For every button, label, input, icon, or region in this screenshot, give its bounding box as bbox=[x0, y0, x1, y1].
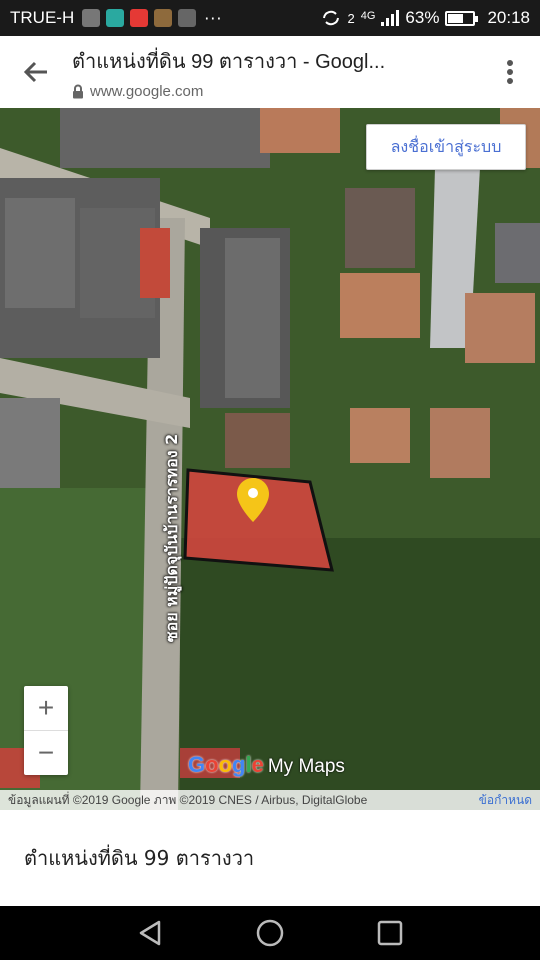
zoom-out-button[interactable]: − bbox=[24, 731, 68, 775]
back-button[interactable] bbox=[0, 36, 72, 108]
battery-icon bbox=[445, 10, 479, 26]
browser-header: ตำแหน่งที่ดิน 99 ตารางวา - Googl... www.… bbox=[0, 36, 540, 108]
network-type: 4G bbox=[360, 10, 376, 22]
notification-app-icon bbox=[82, 9, 101, 27]
nav-back-icon bbox=[139, 920, 161, 946]
url-text: www.google.com bbox=[90, 82, 204, 100]
sync-icon bbox=[322, 10, 339, 26]
nav-home-icon bbox=[256, 919, 284, 947]
attribution-text: ข้อมูลแผนที่ ©2019 Google ภาพ ©2019 CNES… bbox=[8, 792, 368, 807]
title-area[interactable]: ตำแหน่งที่ดิน 99 ตารางวา - Googl... www.… bbox=[72, 45, 480, 100]
map-attribution: ข้อมูลแผนที่ ©2019 Google ภาพ ©2019 CNES… bbox=[0, 790, 540, 810]
nav-home-button[interactable] bbox=[250, 913, 290, 953]
location-pin-icon[interactable] bbox=[235, 476, 271, 524]
place-title: ตำแหน่งที่ดิน 99 ตารางวา bbox=[24, 846, 255, 870]
google-mymaps-logo: Google My Maps bbox=[188, 752, 345, 778]
nav-recents-button[interactable] bbox=[370, 913, 410, 953]
zoom-controls: + − bbox=[24, 686, 68, 775]
notification-app-icon bbox=[154, 9, 173, 27]
more-vert-icon bbox=[507, 60, 513, 84]
system-nav-bar bbox=[0, 906, 540, 960]
battery-percent: 63% bbox=[405, 8, 440, 27]
mymaps-logo-text: My Maps bbox=[267, 756, 345, 777]
notification-app-icon bbox=[106, 9, 125, 27]
map-view[interactable]: ลงชื่อเข้าสู่ระบบ ซอย หมู่ปัดจุบันบ้านรา… bbox=[0, 108, 540, 810]
youtube-icon bbox=[130, 9, 149, 27]
carrier-label: TRUE-H bbox=[10, 8, 75, 27]
status-bar: TRUE-H ··· 2 4G 63% 20:18 bbox=[0, 0, 540, 36]
sign-in-button[interactable]: ลงชื่อเข้าสู่ระบบ bbox=[366, 124, 526, 170]
notification-app-icon bbox=[178, 9, 197, 27]
url-row: www.google.com bbox=[72, 83, 480, 100]
more-notifications-icon: ··· bbox=[204, 8, 223, 28]
more-menu-button[interactable] bbox=[480, 36, 540, 108]
terms-link[interactable]: ข้อกำหนด bbox=[479, 791, 532, 810]
sim-number: 2 bbox=[347, 10, 355, 26]
place-info-card[interactable]: ตำแหน่งที่ดิน 99 ตารางวา bbox=[0, 810, 540, 906]
google-logo: Google bbox=[188, 752, 264, 777]
signal-icon bbox=[381, 10, 400, 26]
lock-icon bbox=[73, 84, 83, 98]
page-title: ตำแหน่งที่ดิน 99 ตารางวา - Googl... bbox=[72, 50, 386, 73]
back-arrow-icon bbox=[23, 61, 47, 83]
clock: 20:18 bbox=[487, 8, 530, 27]
land-parcel[interactable] bbox=[0, 108, 540, 810]
nav-back-button[interactable] bbox=[130, 913, 170, 953]
road-label: ซอย หมู่ปัดจุบันบ้านรารทอง 2 bbox=[162, 433, 181, 643]
zoom-in-button[interactable]: + bbox=[24, 686, 68, 730]
nav-recents-icon bbox=[377, 920, 403, 946]
